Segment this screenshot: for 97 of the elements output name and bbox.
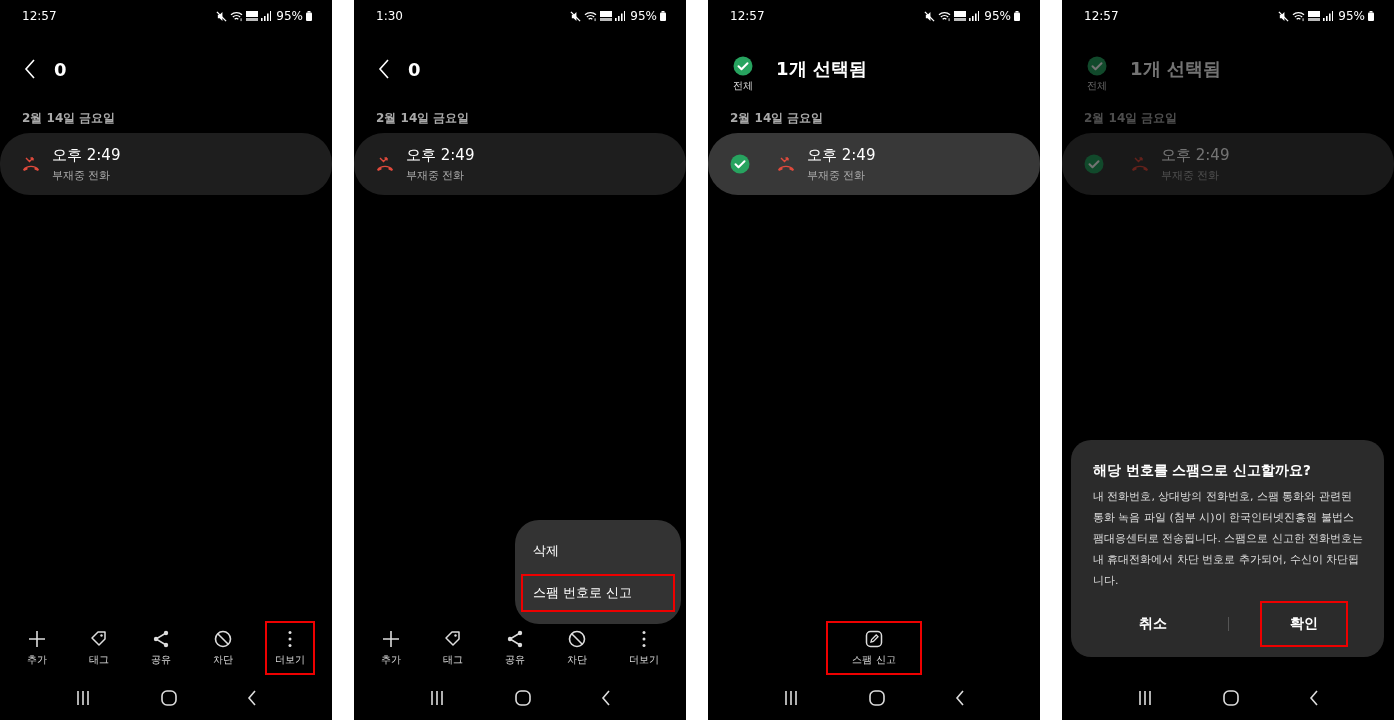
mute-icon bbox=[570, 10, 582, 22]
mute-icon bbox=[924, 10, 936, 22]
toolbar-button[interactable]: 추가 bbox=[371, 621, 411, 675]
call-time: 오후 2:49 bbox=[406, 145, 475, 165]
plus-icon bbox=[27, 629, 47, 649]
call-type: 부재중 전화 bbox=[807, 167, 867, 183]
battery-level: 95% bbox=[984, 9, 1011, 23]
recents-icon[interactable] bbox=[1137, 690, 1153, 706]
back-icon bbox=[24, 59, 36, 79]
battery-icon bbox=[1368, 11, 1374, 21]
date-header: 2월 14일 금요일 bbox=[375, 110, 471, 127]
call-log-item[interactable]: 오후 2:49 부재중 전화 bbox=[708, 133, 1040, 195]
header-title: 0 bbox=[54, 58, 67, 80]
block-icon bbox=[567, 629, 587, 649]
dialog-message: 내 전화번호, 상대방의 전화번호, 스팸 통화와 관련된 통화 녹음 파일 (첨부 시)이 한국인터넷진흥원 불법스팸대응센터로 전송됩니다. 스팸으로 신고한 전화번호는 내 휴대전화에서 차단 번호로 추가되어, 수신이 차단됩니다. bbox=[1093, 489, 1364, 589]
date-header: 2월 14일 금요일 bbox=[729, 110, 825, 127]
home-icon[interactable] bbox=[515, 690, 531, 706]
signal-icon bbox=[615, 11, 626, 21]
wifi-icon bbox=[584, 10, 598, 22]
recents-icon[interactable] bbox=[783, 690, 799, 706]
missed-call-icon bbox=[1131, 156, 1149, 172]
wifi-icon bbox=[230, 10, 244, 22]
hd-icon bbox=[954, 11, 967, 21]
wifi-icon bbox=[938, 10, 952, 22]
status-time: 1:30 bbox=[376, 9, 403, 23]
status-time: 12:57 bbox=[22, 9, 57, 23]
selection-count: 1개 선택됨 bbox=[776, 57, 867, 81]
call-type: 부재중 전화 bbox=[52, 167, 112, 183]
block-icon bbox=[213, 629, 233, 649]
checkbox[interactable] bbox=[730, 154, 750, 174]
home-icon[interactable] bbox=[161, 690, 177, 706]
date-header: 2월 14일 금요일 bbox=[21, 110, 117, 127]
edit-icon bbox=[864, 629, 884, 649]
back-icon[interactable] bbox=[601, 690, 611, 706]
toolbar-button[interactable]: 태그 bbox=[433, 621, 473, 675]
signal-icon bbox=[1323, 11, 1334, 21]
hd-icon bbox=[1308, 11, 1321, 21]
battery-icon bbox=[1014, 11, 1020, 21]
missed-call-icon bbox=[376, 156, 394, 172]
select-all-label: 전체 bbox=[733, 78, 753, 93]
toolbar-button[interactable]: 더보기 bbox=[265, 621, 315, 675]
dialog-title: 해당 번호를 스팸으로 신고할까요? bbox=[1093, 462, 1312, 480]
toolbar-button[interactable]: 추가 bbox=[17, 621, 57, 675]
back-icon[interactable] bbox=[247, 690, 257, 706]
dialog-button[interactable]: 확인 bbox=[1260, 601, 1349, 647]
back-icon[interactable] bbox=[955, 690, 965, 706]
call-log-item[interactable]: 오후 2:49 부재중 전화 bbox=[0, 133, 332, 195]
checkbox[interactable] bbox=[1084, 154, 1104, 174]
select-all-label: 전체 bbox=[1087, 78, 1107, 93]
menu-item[interactable]: 스팸 번호로 신고 bbox=[521, 574, 675, 612]
mute-icon bbox=[1278, 10, 1290, 22]
toolbar-button[interactable]: 태그 bbox=[79, 621, 119, 675]
status-time: 12:57 bbox=[730, 9, 765, 23]
battery-level: 95% bbox=[630, 9, 657, 23]
home-icon[interactable] bbox=[869, 690, 885, 706]
checkbox[interactable] bbox=[1087, 55, 1107, 76]
call-time: 오후 2:49 bbox=[807, 145, 876, 165]
signal-icon bbox=[969, 11, 980, 21]
call-type: 부재중 전화 bbox=[406, 167, 466, 183]
tag-icon bbox=[443, 629, 463, 649]
battery-level: 95% bbox=[276, 9, 303, 23]
more-icon bbox=[288, 629, 292, 649]
battery-icon bbox=[660, 11, 666, 21]
recents-icon[interactable] bbox=[429, 690, 445, 706]
back-icon bbox=[378, 59, 390, 79]
missed-call-icon bbox=[22, 156, 40, 172]
selection-count: 1개 선택됨 bbox=[1130, 57, 1221, 81]
call-time: 오후 2:49 bbox=[52, 145, 121, 165]
share-icon bbox=[151, 629, 171, 649]
tag-icon bbox=[89, 629, 109, 649]
plus-icon bbox=[381, 629, 401, 649]
call-time: 오후 2:49 bbox=[1161, 145, 1230, 165]
toolbar-button[interactable]: 스팸 신고 bbox=[826, 621, 922, 675]
wifi-icon bbox=[1292, 10, 1306, 22]
recents-icon[interactable] bbox=[75, 690, 91, 706]
toolbar-button[interactable]: 공유 bbox=[495, 621, 535, 675]
battery-icon bbox=[306, 11, 312, 21]
checkbox[interactable] bbox=[733, 55, 753, 76]
toolbar-button[interactable]: 공유 bbox=[141, 621, 181, 675]
battery-level: 95% bbox=[1338, 9, 1365, 23]
toolbar-button[interactable]: 차단 bbox=[203, 621, 243, 675]
mute-icon bbox=[216, 10, 228, 22]
hd-icon bbox=[600, 11, 613, 21]
header-title: 0 bbox=[408, 58, 421, 80]
call-log-item[interactable]: 오후 2:49 부재중 전화 bbox=[354, 133, 686, 195]
missed-call-icon bbox=[777, 156, 795, 172]
toolbar-button[interactable]: 차단 bbox=[557, 621, 597, 675]
status-time: 12:57 bbox=[1084, 9, 1119, 23]
signal-icon bbox=[261, 11, 272, 21]
hd-icon bbox=[246, 11, 259, 21]
back-icon[interactable] bbox=[1309, 690, 1319, 706]
share-icon bbox=[505, 629, 525, 649]
more-icon bbox=[642, 629, 646, 649]
home-icon[interactable] bbox=[1223, 690, 1239, 706]
menu-item[interactable]: 삭제 bbox=[521, 532, 675, 570]
date-header: 2월 14일 금요일 bbox=[1083, 110, 1179, 127]
dialog-button[interactable]: 취소 bbox=[1108, 601, 1197, 647]
